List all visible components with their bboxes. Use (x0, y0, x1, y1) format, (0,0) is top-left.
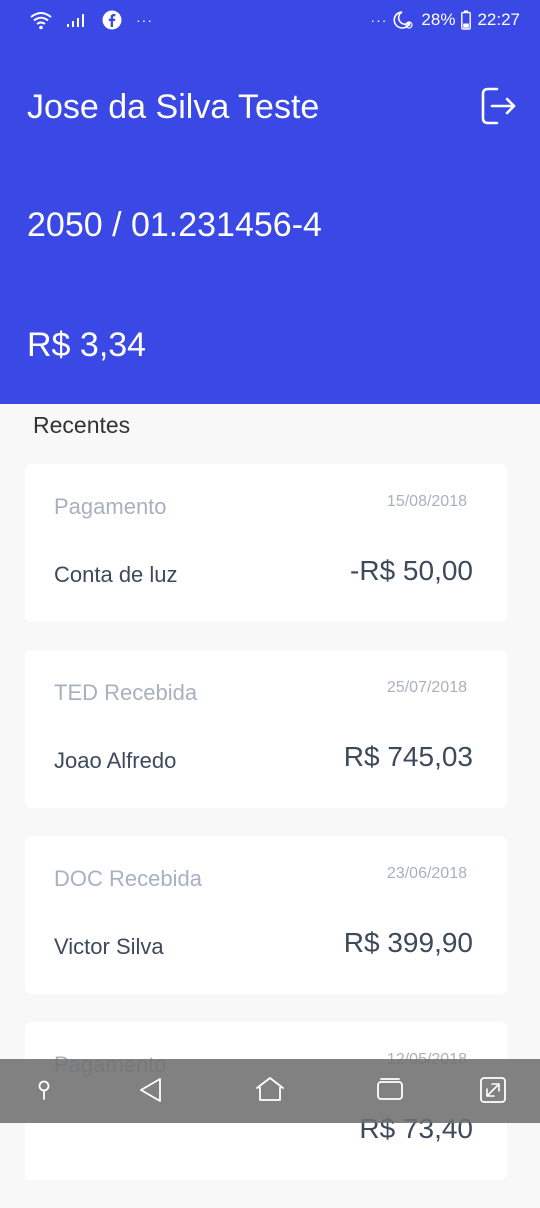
transaction-date: 25/07/2018 (386, 679, 467, 696)
expand-button[interactable] (476, 1073, 510, 1107)
signal-icon (67, 14, 84, 27)
wifi-icon (30, 12, 52, 30)
do-not-disturb-icon (393, 11, 414, 29)
home-button[interactable] (253, 1073, 287, 1107)
status-bar-right: ··· 28% 22:27 (370, 10, 520, 30)
pin-button[interactable] (27, 1073, 61, 1107)
navigation-bar (0, 1059, 540, 1123)
transaction-type: DOC Recebida (54, 866, 202, 891)
status-bar-left: ··· (30, 10, 153, 30)
facebook-icon (102, 10, 122, 30)
logout-icon (481, 87, 516, 125)
transaction-date: 15/08/2018 (386, 493, 467, 510)
transaction-card[interactable]: Pagamento 15/08/2018 Conta de luz -R$ 50… (25, 464, 507, 622)
notifications-more: ··· (136, 12, 153, 28)
account-number: 2050 / 01.231456-4 (27, 206, 322, 244)
home-icon (256, 1077, 284, 1101)
transaction-type: Pagamento (54, 494, 167, 519)
transaction-amount: R$ 399,90 (343, 927, 473, 958)
account-balance: R$ 3,34 (27, 326, 147, 364)
recents-icon (377, 1078, 403, 1100)
transaction-amount: -R$ 50,00 (350, 555, 473, 586)
back-icon (140, 1078, 161, 1102)
transaction-description: Conta de luz (54, 562, 178, 587)
logout-button[interactable] (480, 86, 518, 126)
transaction-date: 23/06/2018 (386, 865, 467, 882)
battery-icon (461, 10, 472, 30)
transaction-description: Victor Silva (54, 934, 164, 959)
pin-icon (38, 1080, 50, 1100)
status-bar: ··· ··· 28% 22:27 (0, 0, 540, 44)
expand-icon (480, 1077, 506, 1103)
transaction-card[interactable]: DOC Recebida 23/06/2018 Victor Silva R$ … (25, 836, 507, 994)
recents-button[interactable] (373, 1073, 407, 1107)
account-header: ··· ··· 28% 22:27 Jose da Silva Teste 20… (0, 0, 540, 404)
transaction-description: Joao Alfredo (54, 748, 177, 773)
transaction-card[interactable]: TED Recebida 25/07/2018 Joao Alfredo R$ … (25, 650, 507, 808)
user-name: Jose da Silva Teste (27, 88, 320, 126)
clock: 22:27 (477, 10, 520, 29)
back-button[interactable] (134, 1073, 168, 1107)
transaction-amount: R$ 745,03 (343, 741, 473, 772)
status-more: ··· (370, 12, 388, 28)
transaction-type: TED Recebida (54, 680, 198, 705)
battery-percent: 28% (421, 10, 456, 29)
recent-title: Recentes (33, 412, 131, 438)
